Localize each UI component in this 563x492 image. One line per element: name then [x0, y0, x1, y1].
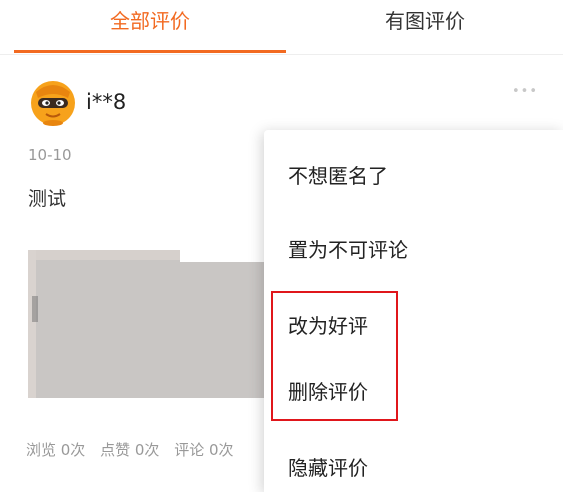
photo-edge-left — [28, 250, 36, 398]
menu-item-disable-comments[interactable]: 置为不可评论 — [288, 234, 408, 263]
menu-item-disable-anonymous[interactable]: 不想匿名了 — [288, 160, 388, 189]
comment-count: 评论 0次 — [174, 441, 234, 459]
tab-all-reviews[interactable]: 全部评价 — [14, 0, 286, 54]
like-count: 点赞 0次 — [100, 441, 160, 459]
photo-detail — [32, 296, 38, 322]
review-text: 测试 — [28, 188, 67, 210]
highlight-annotation-box — [271, 291, 398, 421]
photo-area-right — [180, 262, 266, 398]
avatar[interactable] — [30, 80, 76, 126]
tab-photo-reviews[interactable]: 有图评价 — [290, 0, 560, 54]
photo-edge-top — [28, 250, 180, 260]
photo-area — [28, 250, 180, 398]
review-tabs: 全部评价 有图评价 — [0, 0, 563, 55]
menu-item-hide-review[interactable]: 隐藏评价 — [288, 452, 368, 481]
view-count: 浏览 0次 — [26, 441, 86, 459]
username[interactable]: i**8 — [86, 90, 126, 114]
review-stats: 浏览 0次 点赞 0次 评论 0次 — [26, 439, 244, 460]
more-dots-icon[interactable]: ••• — [512, 84, 538, 99]
orange-masked-avatar-icon — [31, 81, 75, 126]
active-tab-indicator — [14, 50, 286, 53]
review-date: 10-10 — [28, 146, 72, 164]
